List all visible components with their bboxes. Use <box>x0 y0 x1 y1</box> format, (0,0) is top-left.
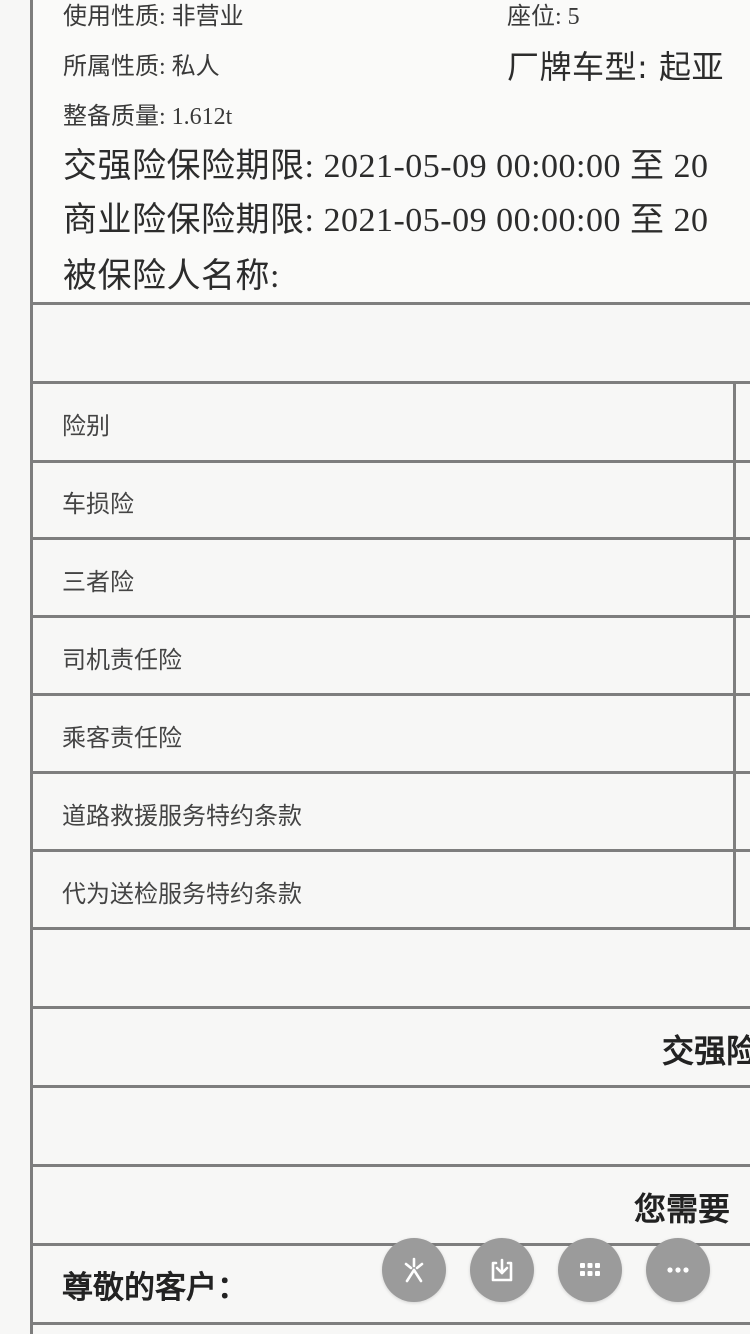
table-row: 乘客责任险 <box>62 724 182 752</box>
more-icon <box>667 1267 689 1273</box>
seats-text: 座位: 5 <box>507 4 580 30</box>
table-header-coverage-type: 险别 <box>62 412 110 440</box>
divider <box>30 615 750 618</box>
divider <box>30 1006 750 1009</box>
divider <box>30 381 750 384</box>
greeting-text: 尊敬的客户： <box>62 1270 248 1306</box>
download-button[interactable] <box>470 1238 534 1302</box>
download-icon <box>491 1258 513 1282</box>
grid-button[interactable] <box>558 1238 622 1302</box>
divider <box>30 537 750 540</box>
table-column-divider <box>733 383 736 929</box>
compulsory-insurance-heading: 交强险 <box>662 1032 750 1070</box>
grid-icon <box>580 1263 600 1276</box>
divider <box>30 302 750 305</box>
divider <box>30 771 750 774</box>
table-row: 代为送检服务特约条款 <box>62 880 302 908</box>
table-row: 车损险 <box>62 490 134 518</box>
commercial-insurance-period: 商业险保险期限: 2021-05-09 00:00:00 至 20 <box>63 202 709 239</box>
divider <box>30 1085 750 1088</box>
compulsory-insurance-period: 交强险保险期限: 2021-05-09 00:00:00 至 20 <box>63 148 709 185</box>
spark-button[interactable] <box>382 1238 446 1302</box>
image-viewer-toolbar <box>380 1238 720 1302</box>
divider <box>30 1164 750 1167</box>
table-row: 道路救援服务特约条款 <box>62 802 302 830</box>
divider <box>30 849 750 852</box>
you-need-heading: 您需要 <box>634 1190 731 1228</box>
table-row: 三者险 <box>62 568 134 596</box>
ownership-text: 所属性质: 私人 <box>63 54 220 80</box>
usage-nature-text: 使用性质: 非营业 <box>63 4 244 30</box>
brand-model-text: 厂牌车型: 起亚 <box>507 48 724 86</box>
divider <box>30 693 750 696</box>
curb-weight-text: 整备质量: 1.612t <box>63 104 233 130</box>
divider <box>30 1322 750 1325</box>
table-row: 司机责任险 <box>62 646 182 674</box>
divider <box>30 927 750 930</box>
vehicle-info-section: 使用性质: 非营业 座位: 5 所属性质: 私人 厂牌车型: 起亚 整备质量: … <box>33 0 750 302</box>
spark-icon <box>404 1257 424 1283</box>
divider <box>30 460 750 463</box>
document-viewer: 使用性质: 非营业 座位: 5 所属性质: 私人 厂牌车型: 起亚 整备质量: … <box>0 0 750 1334</box>
more-button[interactable] <box>646 1238 710 1302</box>
insured-name-label: 被保险人名称: <box>63 258 280 295</box>
